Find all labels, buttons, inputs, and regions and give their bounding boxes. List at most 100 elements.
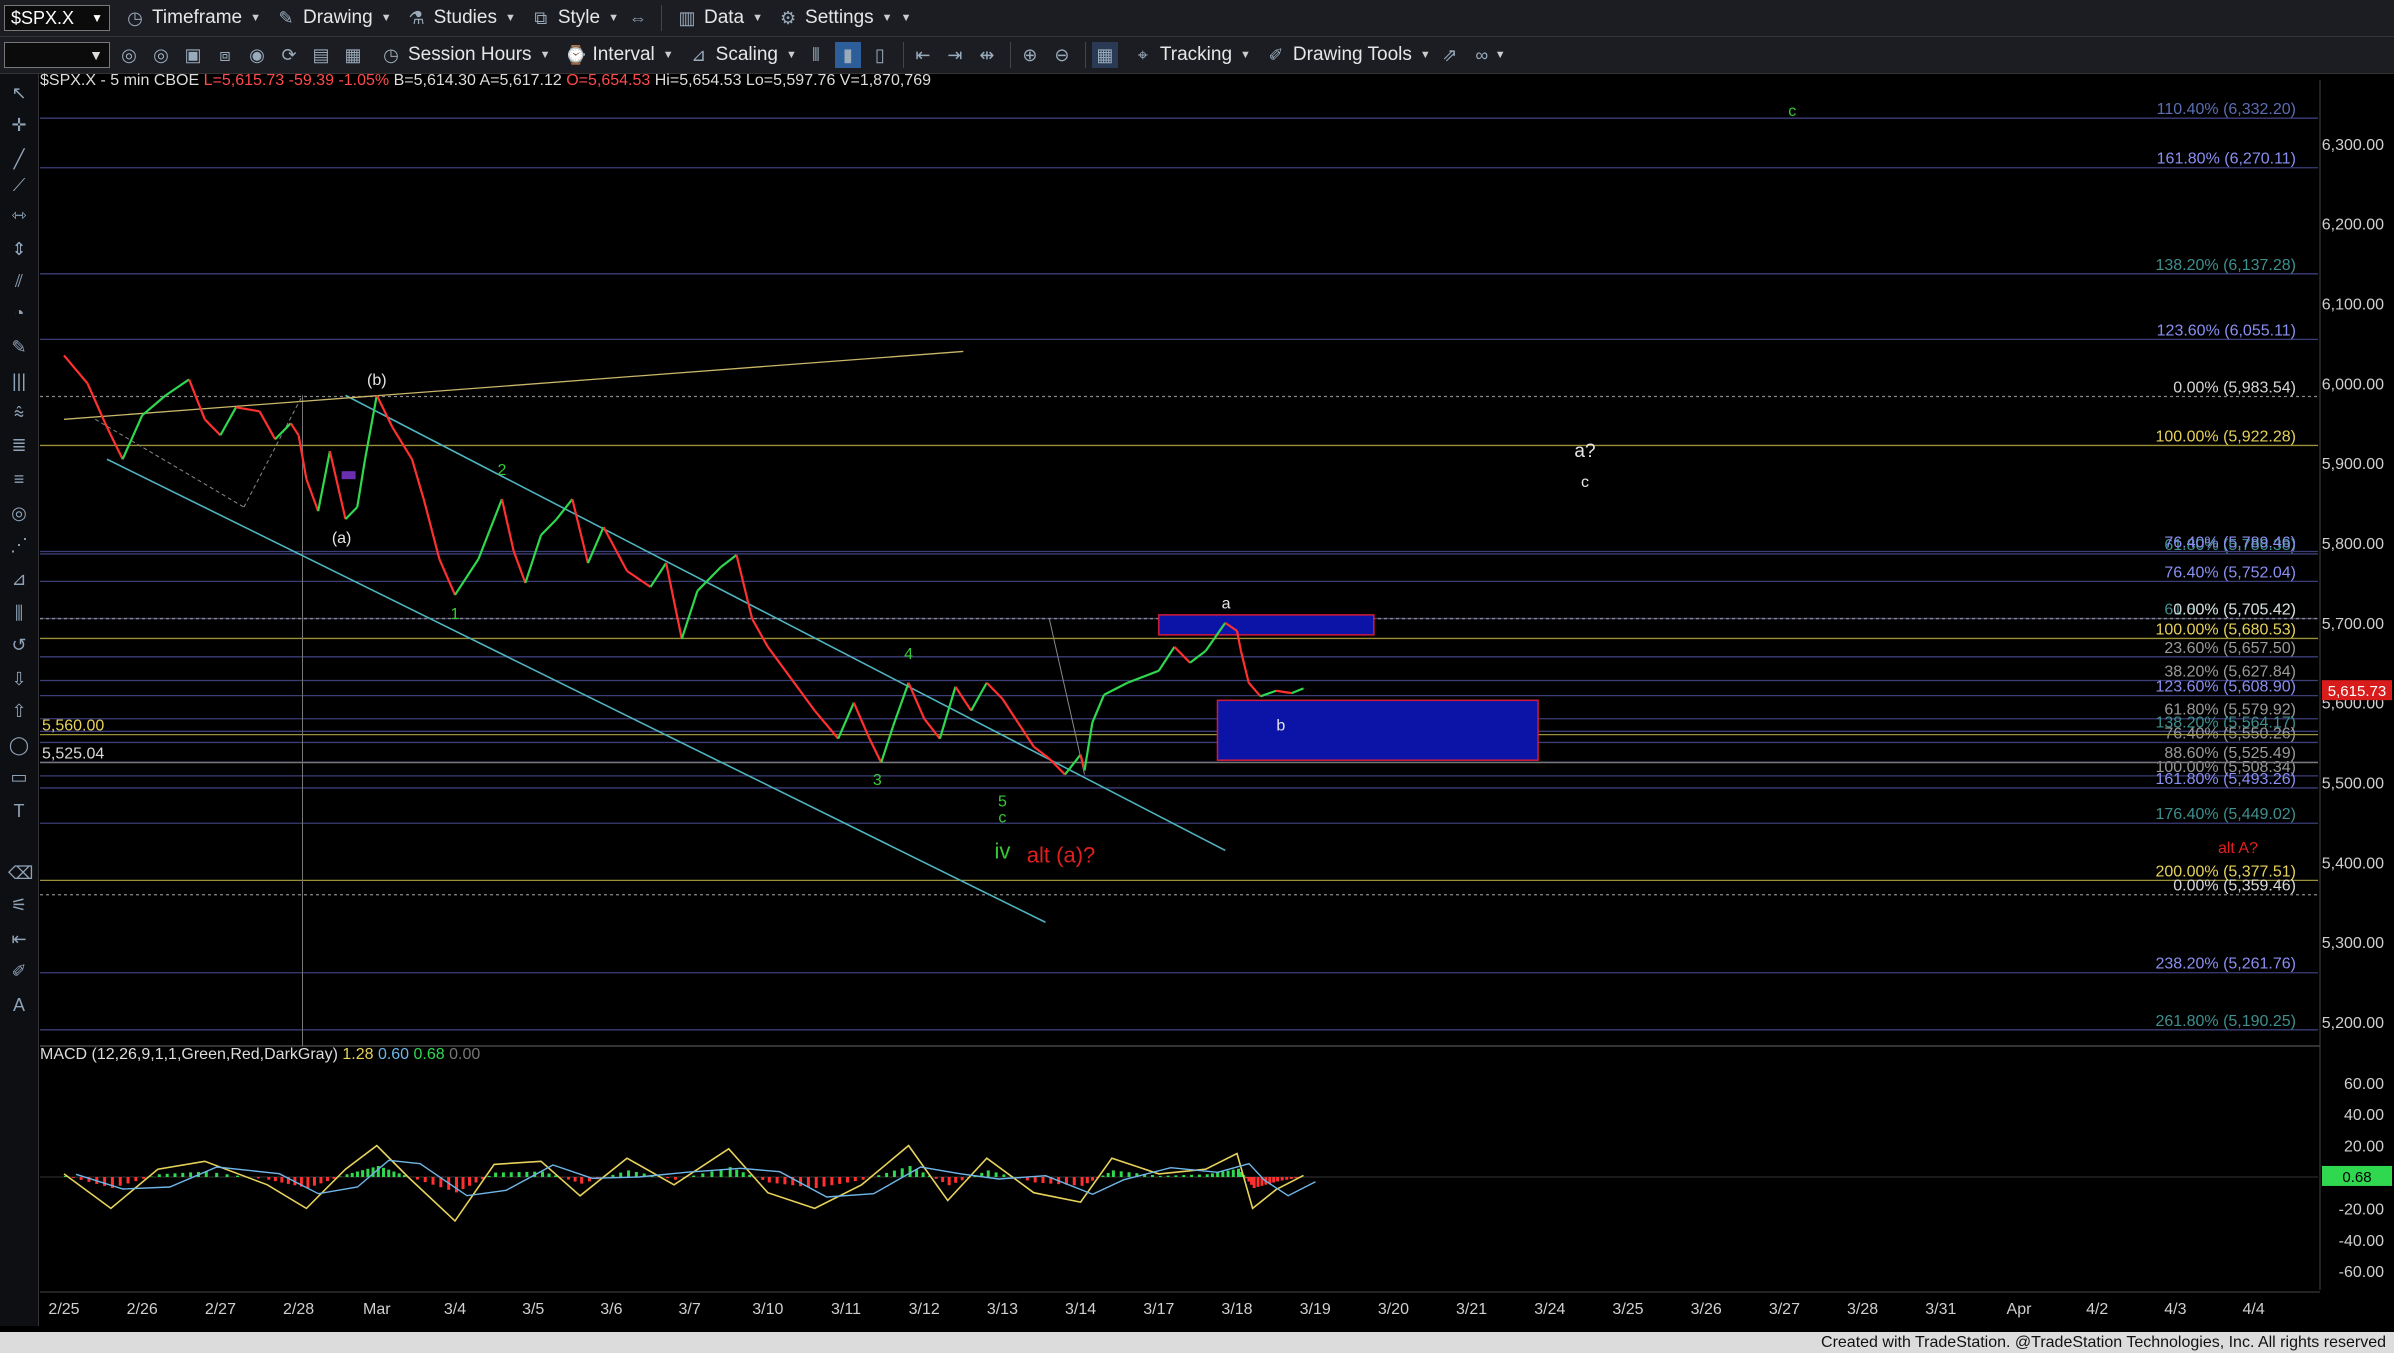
fib-icon[interactable]: ⩯: [8, 402, 30, 424]
time-axis-tick: 3/28: [1847, 1301, 1878, 1318]
ellipse-icon[interactable]: ◯: [8, 734, 30, 756]
circle-icon[interactable]: ◎: [148, 42, 174, 68]
time-axis-tick: 3/6: [600, 1301, 622, 1318]
arc-icon[interactable]: ↺: [8, 634, 30, 656]
drawing-tools-menu[interactable]: ✐ Drawing Tools ▼: [1265, 44, 1430, 66]
text-style-icon[interactable]: A: [8, 994, 30, 1016]
fib-level-label: 161.80% (6,270.11): [2157, 151, 2296, 168]
time-zone-icon[interactable]: ⫼: [8, 602, 30, 624]
macd-axis-tick: 60.00: [2344, 1076, 2384, 1093]
data-menu[interactable]: ▥ Data ▼: [676, 7, 763, 29]
fan-icon[interactable]: ⋰: [8, 534, 30, 556]
save-icon[interactable]: ▤: [308, 42, 334, 68]
macd-histogram-bar: [1197, 1174, 1201, 1177]
bid-price: B=5,614.30: [393, 72, 476, 89]
target-box: [1158, 614, 1375, 636]
external-link-icon[interactable]: ⇗: [1437, 42, 1463, 68]
drawing-menu[interactable]: ✎ Drawing ▼: [275, 7, 391, 29]
settings-menu[interactable]: ⚙ Settings ▼ ▼: [777, 7, 912, 29]
chevron-down-icon[interactable]: ▼: [91, 11, 103, 25]
refresh-icon[interactable]: ⟳: [276, 42, 302, 68]
chevron-down-icon[interactable]: ▼: [1495, 49, 1506, 61]
session-hours-menu[interactable]: ◷ Session Hours ▼: [380, 44, 550, 66]
vertical-line-icon[interactable]: ⇕: [8, 238, 30, 260]
time-axis-tick: 4/3: [2164, 1301, 2186, 1318]
chevron-down-icon: ▼: [900, 12, 912, 24]
low-price: Lo=5,597.76: [745, 72, 836, 89]
chevron-down-icon[interactable]: ▼: [89, 47, 103, 63]
wave-label: a?: [1574, 441, 1595, 462]
trendline-icon[interactable]: ╱: [8, 148, 30, 170]
macd-histogram-bar: [225, 1174, 229, 1177]
macd-histogram-bar: [783, 1177, 787, 1185]
macd-histogram-bar: [573, 1177, 577, 1182]
grid-icon[interactable]: ▦: [1091, 42, 1118, 68]
image-icon[interactable]: ▦: [340, 42, 366, 68]
style-pen-icon[interactable]: ✐: [8, 960, 30, 982]
shift-right-icon[interactable]: ⇥: [942, 42, 968, 68]
macd-histogram-bar: [580, 1177, 584, 1184]
macd-histogram-bar: [954, 1177, 958, 1183]
rectangle-icon[interactable]: ▭: [8, 766, 30, 788]
shift-left-icon[interactable]: ⇤: [910, 42, 936, 68]
ruler-icon[interactable]: ⚟: [8, 894, 30, 916]
tracking-menu[interactable]: ⌖ Tracking ▼: [1132, 44, 1251, 66]
zoom-out-icon[interactable]: ⊖: [1049, 42, 1075, 68]
space-icon[interactable]: ⇹: [974, 42, 1000, 68]
macd-histogram-bar: [1182, 1175, 1186, 1177]
bars-icon[interactable]: |||: [8, 370, 30, 392]
chart-icon[interactable]: ⧈: [212, 42, 238, 68]
layout-icon[interactable]: ⇔: [625, 5, 651, 31]
net-change: -59.39: [288, 72, 334, 89]
arrow-up-icon[interactable]: ⇧: [8, 700, 30, 722]
symbol-input[interactable]: $SPX.X ▼: [4, 5, 110, 31]
pointer-icon[interactable]: ↖: [8, 82, 30, 104]
time-axis-tick: 3/27: [1769, 1301, 1800, 1318]
macd-histogram-bar: [1158, 1175, 1162, 1177]
time-axis-tick: 3/31: [1925, 1301, 1956, 1318]
globe-icon[interactable]: ◉: [244, 42, 270, 68]
last-price: L=5,615.73: [203, 72, 285, 89]
macd-histogram-bar: [541, 1171, 545, 1177]
window-icon[interactable]: ▣: [180, 42, 206, 68]
level-label: 5,560.00: [42, 718, 104, 735]
macd-histogram-bar: [267, 1177, 271, 1180]
text-icon[interactable]: T: [8, 800, 30, 822]
gann-icon[interactable]: ⊿: [8, 568, 30, 590]
macd-histogram-bar: [1205, 1174, 1209, 1177]
zoom-in-icon[interactable]: ⊕: [1017, 42, 1043, 68]
interval-input[interactable]: ▼: [4, 42, 110, 68]
snap-icon[interactable]: ⇤: [8, 928, 30, 950]
fib-level-label: 100.00% (5,922.28): [2155, 428, 2296, 445]
fib-levels-icon[interactable]: ≣: [8, 434, 30, 456]
circle-icon[interactable]: ◎: [116, 42, 142, 68]
macd-histogram-bar: [877, 1175, 881, 1177]
interval-menu[interactable]: ⌚ Interval ▼: [564, 44, 673, 66]
horizontal-line-icon[interactable]: ⇿: [8, 204, 30, 226]
scaling-menu[interactable]: ⊿ Scaling ▼: [688, 44, 797, 66]
ray-icon[interactable]: ⟋: [8, 174, 30, 196]
macd-histogram-bar: [1106, 1172, 1110, 1177]
crosshair-icon[interactable]: ✛: [8, 114, 30, 136]
chevron-down-icon: ▼: [662, 49, 674, 61]
fib-level-label: 0.00% (5,983.54): [2173, 380, 2296, 397]
bar-style-icon[interactable]: ⫴: [803, 42, 829, 68]
studies-menu[interactable]: ⚗ Studies ▼: [406, 7, 516, 29]
timeframe-menu[interactable]: ◷ Timeframe ▼: [124, 7, 261, 29]
hollow-candle-icon[interactable]: ▯: [867, 42, 893, 68]
link-icon[interactable]: ∞: [1469, 42, 1495, 68]
eraser-icon[interactable]: ⌫: [8, 862, 33, 884]
fib-extension-icon[interactable]: ≡: [8, 468, 30, 490]
pen-icon[interactable]: ✎: [8, 336, 30, 358]
macd-histogram-bar: [710, 1171, 714, 1177]
candle-style-icon[interactable]: ▮: [834, 42, 861, 68]
wave-label: b: [1276, 718, 1285, 735]
macd-histogram-bar: [735, 1169, 739, 1177]
channel-icon[interactable]: ⫽: [8, 270, 30, 292]
macd-histogram-bar: [468, 1177, 472, 1186]
arrow-down-icon[interactable]: ⇩: [8, 668, 30, 690]
price-chart[interactable]: 110.40% (6,332.20) 161.80% (6,270.11) 138.…: [0, 0, 2394, 1332]
fib-circle-icon[interactable]: ◎: [8, 502, 30, 524]
style-menu[interactable]: ⧉ Style ▼: [530, 7, 619, 29]
cycle-icon[interactable]: ◔: [8, 302, 30, 324]
